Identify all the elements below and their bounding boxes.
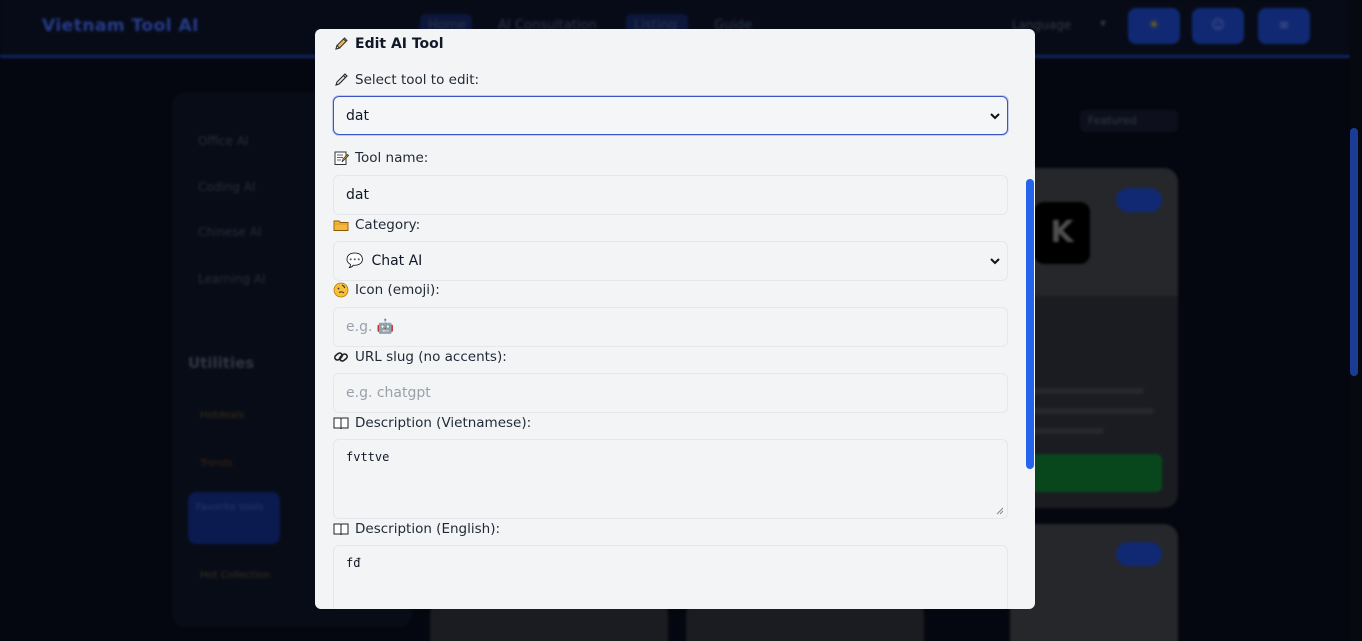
pencil-icon (335, 37, 348, 50)
folder-icon (333, 220, 349, 231)
book-icon (333, 417, 349, 430)
tool-name-label: Tool name: (333, 150, 428, 166)
speech-bubble-icon: 💬 (346, 253, 364, 269)
face-icon (333, 282, 349, 298)
modal-title: Edit AI Tool (333, 36, 444, 52)
select-tool-label: Select tool to edit: (333, 72, 479, 88)
description-en-textarea[interactable]: fđ (333, 545, 1008, 609)
link-icon (334, 352, 348, 362)
icon-emoji-input[interactable]: e.g. 🤖 (333, 307, 1008, 347)
pen-icon (335, 73, 348, 86)
chevron-down-icon (990, 258, 1000, 265)
edit-tool-modal: Edit AI Tool Select tool to edit: dat To… (315, 29, 1035, 609)
chevron-down-icon (990, 113, 1000, 120)
url-slug-input[interactable]: e.g. chatgpt (333, 373, 1008, 413)
tool-name-input[interactable]: dat (333, 175, 1008, 215)
modal-title-text: Edit AI Tool (355, 36, 444, 52)
description-vi-label: Description (Vietnamese): (333, 415, 531, 431)
book-icon (333, 523, 349, 536)
icon-emoji-label: Icon (emoji): (333, 282, 440, 298)
url-slug-label: URL slug (no accents): (333, 349, 507, 365)
description-en-label: Description (English): (333, 521, 500, 537)
category-select-dropdown[interactable]: 💬 Chat AI (333, 241, 1008, 281)
tool-select-dropdown[interactable]: dat (333, 96, 1008, 135)
memo-icon (334, 151, 349, 165)
category-label: Category: (333, 217, 420, 233)
resize-handle-icon[interactable] (996, 507, 1004, 515)
description-vi-textarea[interactable]: fvttve (333, 439, 1008, 519)
modal-scrollbar-thumb[interactable] (1026, 179, 1034, 469)
